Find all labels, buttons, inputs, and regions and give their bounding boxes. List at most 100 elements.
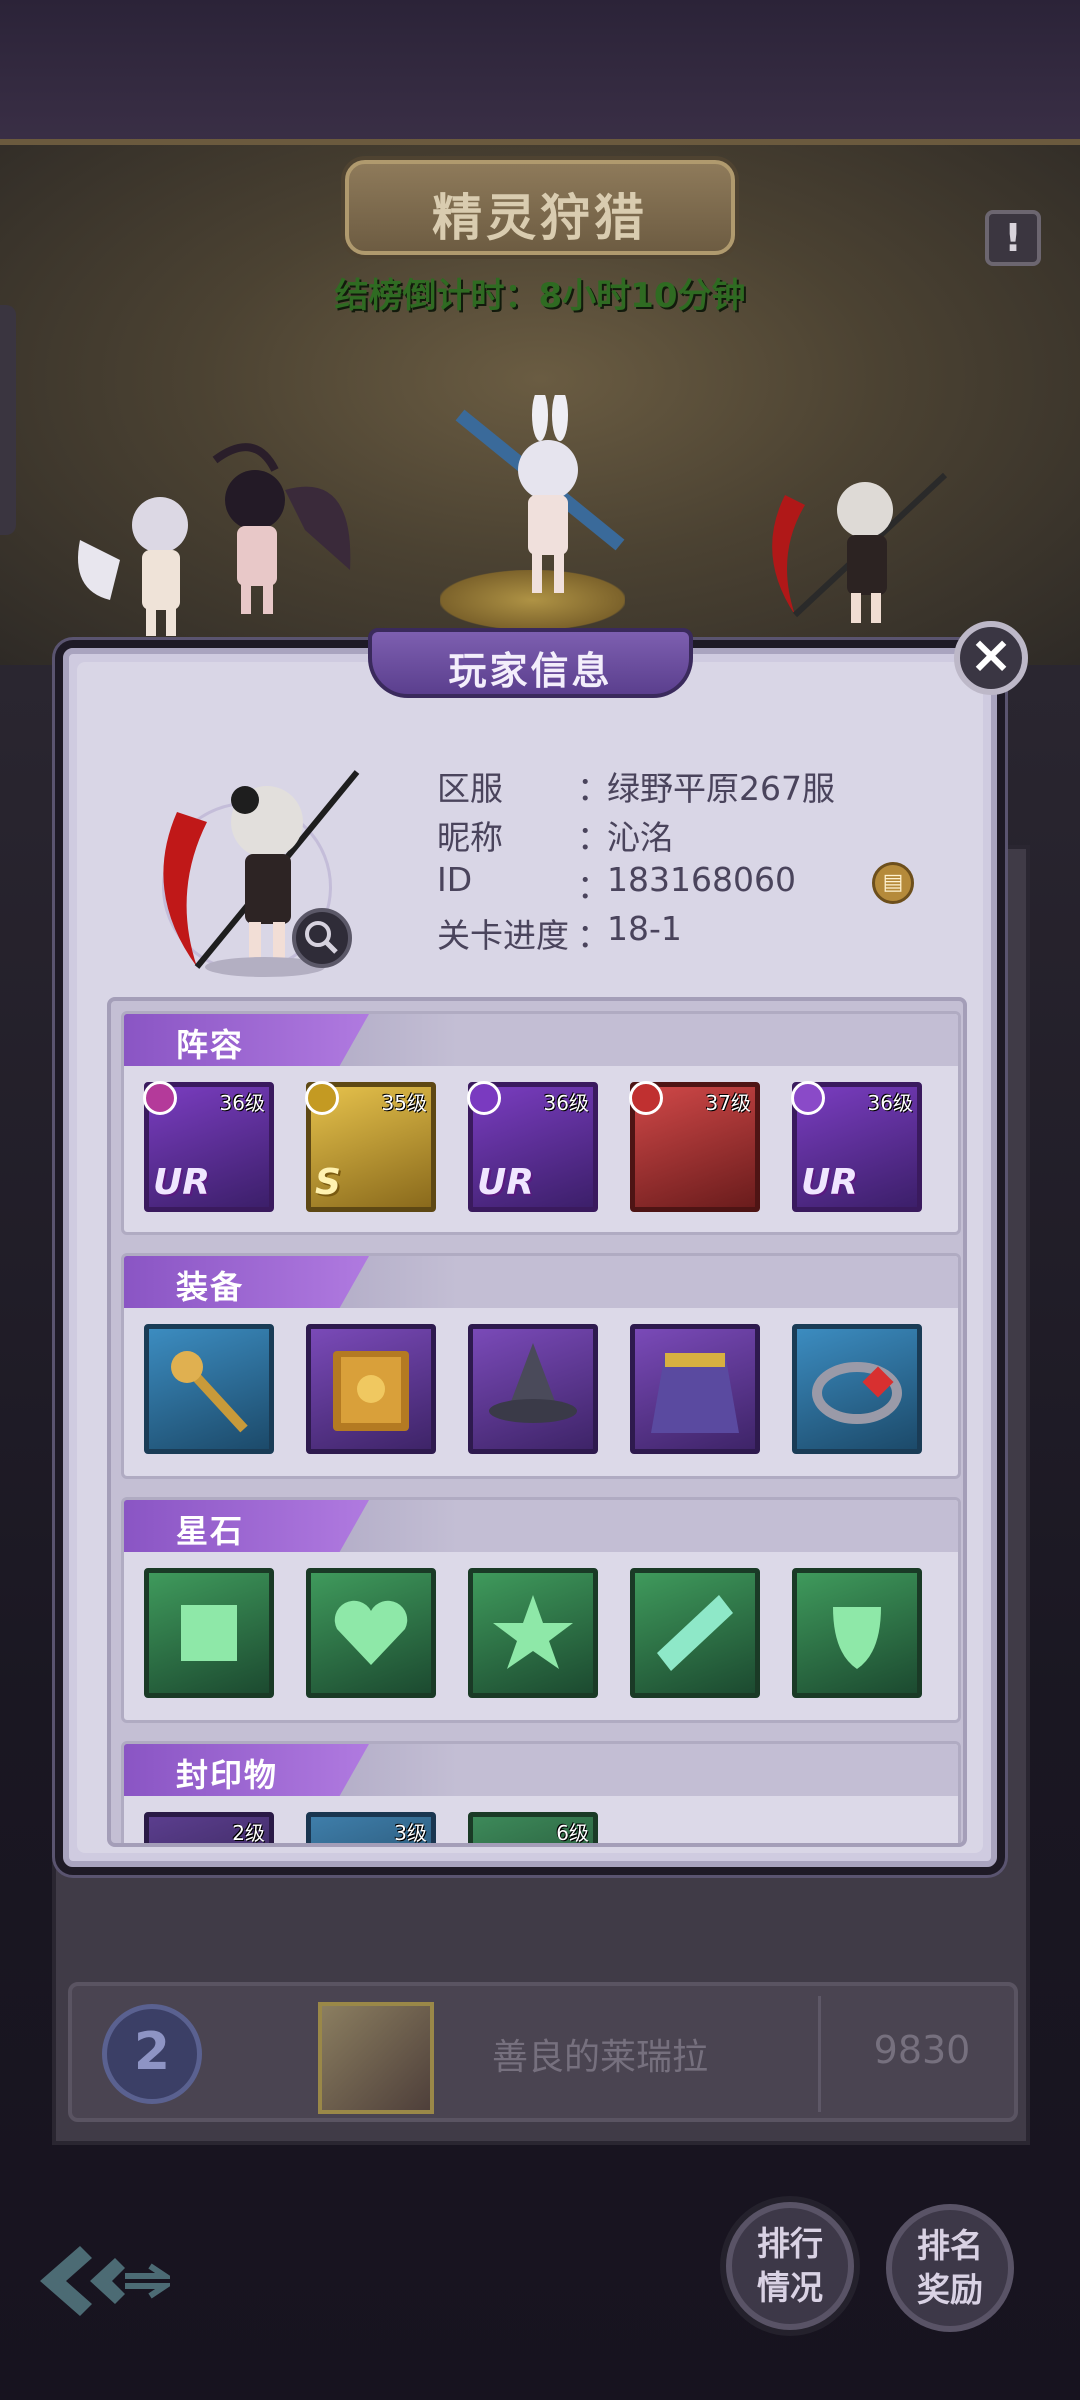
star-gem-icon (493, 1595, 573, 1669)
top-backdrop (0, 0, 1080, 145)
hero-slot-2[interactable]: 35级 S (305, 1081, 436, 1212)
lineup-title: 阵容 (176, 1026, 245, 1064)
seal-level: 6级 (556, 1821, 589, 1845)
starstone-title: 星石 (176, 1512, 245, 1550)
id-colon: ： (577, 867, 610, 906)
cloak-icon (651, 1353, 739, 1433)
starstone-section: 星石 (121, 1497, 961, 1723)
section-tag (124, 1014, 369, 1066)
class-icon (629, 1081, 663, 1115)
progress-value: 18-1 (607, 909, 682, 948)
progress-colon: ： (577, 916, 610, 955)
hero-slot-4[interactable]: 37级 (629, 1081, 760, 1212)
info-row-nickname: 昵称 ： 沁洺 (437, 811, 957, 860)
magnifier-icon (305, 921, 338, 954)
ranking-status-button[interactable]: 排行 情况 (726, 2202, 854, 2330)
dialog-title: 玩家信息 (448, 649, 613, 693)
hero-rarity: UR (477, 1162, 534, 1203)
starstone-slot-4[interactable] (630, 1568, 760, 1698)
lineup-section: 阵容 36级 UR 35级 S 36级 UR 37级 36级 UR (121, 1011, 961, 1235)
ranked-player-score: 9830 (873, 2028, 971, 2072)
title-banner: 精灵狩猎 (345, 160, 735, 255)
progress-label: 关卡进度 (437, 916, 569, 955)
scepter-slot[interactable] (144, 1324, 274, 1454)
seal-title: 封印物 (176, 1756, 279, 1794)
back-arrow-icon[interactable] (30, 2236, 170, 2326)
starstone-slot-5[interactable] (792, 1568, 922, 1698)
scythe-character[interactable] (755, 465, 955, 635)
hero-rarity: UR (153, 1162, 210, 1203)
book-slot[interactable] (306, 1324, 436, 1454)
starstone-slot-3[interactable] (468, 1568, 598, 1698)
nickname-colon: ： (577, 818, 610, 857)
player-info-dialog: 区服 ： 绿野平原267服 昵称 ： 沁洺 ID ： 183168060 关卡进… (55, 628, 1005, 1875)
hero-level: 35级 (381, 1091, 427, 1115)
hero-level: 37级 (705, 1091, 751, 1115)
starstone-slot-2[interactable] (306, 1568, 436, 1698)
side-drawer-tab[interactable] (0, 305, 16, 535)
player-sections: 阵容 36级 UR 35级 S 36级 UR 37级 36级 UR 装备 星石 … (107, 997, 967, 1847)
class-icon (305, 1081, 339, 1115)
book-icon (333, 1351, 409, 1431)
equipment-title: 装备 (176, 1268, 245, 1306)
info-row-progress: 关卡进度 ： 18-1 (437, 909, 957, 958)
hero-rarity: S (315, 1162, 341, 1203)
hero-slot-3[interactable]: 36级 UR (467, 1081, 598, 1212)
square-gem-icon (181, 1605, 237, 1661)
equipment-section: 装备 (121, 1253, 961, 1479)
demon-character[interactable] (185, 430, 365, 630)
rank-badge: 2 (102, 2004, 202, 2104)
player-info-list: 区服 ： 绿野平原267服 昵称 ： 沁洺 ID ： 183168060 关卡进… (437, 762, 957, 958)
hero-rarity: UR (801, 1162, 858, 1203)
starstone-slot-1[interactable] (144, 1568, 274, 1698)
nickname-value: 沁洺 (607, 818, 673, 857)
ring-icon (812, 1362, 902, 1424)
witch-hat-icon (489, 1343, 577, 1423)
hero-level: 36级 (543, 1091, 589, 1115)
heart-gem-icon (334, 1600, 408, 1665)
info-row-server: 区服 ： 绿野平原267服 (437, 762, 957, 811)
nickname-label: 昵称 (437, 818, 503, 857)
bunny-character[interactable] (440, 395, 640, 605)
section-header: 装备 (124, 1256, 958, 1308)
cloak-slot[interactable] (630, 1324, 760, 1454)
hero-level: 36级 (867, 1091, 913, 1115)
seal-slot-2[interactable]: 3级 (306, 1812, 436, 1845)
seal-slot-3[interactable]: 6级 (468, 1812, 598, 1845)
section-tag (124, 1256, 369, 1308)
hero-slot-5[interactable]: 36级 UR (791, 1081, 922, 1212)
server-label: 区服 (437, 769, 503, 808)
seal-level: 3级 (394, 1821, 427, 1845)
ranked-player-avatar[interactable] (318, 2002, 434, 2114)
hero-level: 36级 (219, 1091, 265, 1115)
dialog-title-plate: 玩家信息 (368, 628, 693, 698)
server-colon: ： (577, 769, 610, 808)
view-player-button[interactable] (292, 908, 352, 968)
row-divider (818, 1996, 821, 2112)
scepter-icon (171, 1351, 248, 1433)
close-dialog-button[interactable]: × (954, 621, 1028, 695)
ranking-reward-button[interactable]: 排名 奖励 (886, 2204, 1014, 2332)
class-icon (143, 1081, 177, 1115)
help-button[interactable]: ! (985, 210, 1041, 266)
witch-hat-slot[interactable] (468, 1324, 598, 1454)
countdown-text: 结榜倒计时：8小时10分钟 (334, 276, 746, 316)
seal-section: 封印物 2级 3级 6级 (121, 1741, 961, 1845)
copy-id-icon[interactable]: ▤ (872, 862, 914, 904)
ranked-player-name: 善良的莱瑞拉 (492, 2037, 709, 2078)
seal-level: 2级 (232, 1821, 265, 1845)
starstone-row (134, 1560, 958, 1700)
hero-slot-1[interactable]: 36级 UR (143, 1081, 274, 1212)
seal-slot-1[interactable]: 2级 (144, 1812, 274, 1845)
ring-slot[interactable] (792, 1324, 922, 1454)
seal-row: 2级 3级 6级 (134, 1804, 958, 1845)
class-icon (791, 1081, 825, 1115)
shield-gem-icon (833, 1607, 881, 1669)
ranking-row[interactable]: 2 善良的莱瑞拉 9830 (68, 1982, 1018, 2122)
hero-row: 36级 UR 35级 S 36级 UR 37级 36级 UR (134, 1074, 958, 1214)
server-value: 绿野平原267服 (607, 769, 835, 808)
section-header: 封印物 (124, 1744, 958, 1796)
equipment-row (134, 1316, 958, 1456)
diamond-gem-icon (657, 1595, 733, 1671)
class-icon (467, 1081, 501, 1115)
